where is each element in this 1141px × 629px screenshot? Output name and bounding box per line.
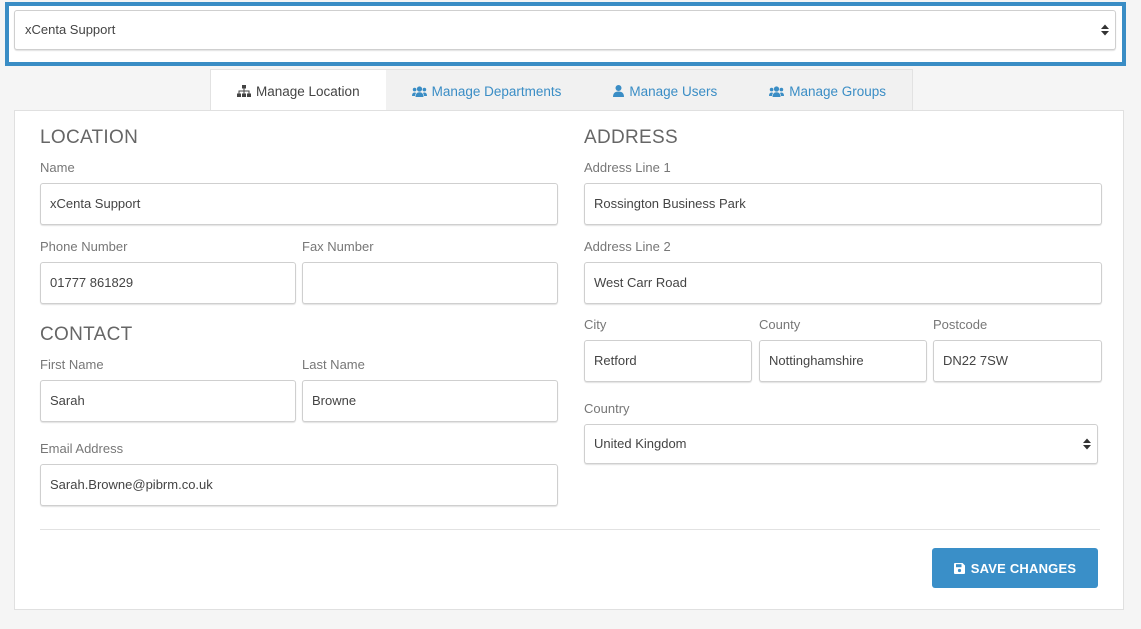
county-label: County — [759, 317, 801, 332]
location-selector-frame: xCenta Support — [5, 2, 1126, 66]
user-icon — [613, 85, 625, 97]
name-label: Name — [40, 160, 75, 175]
form-divider — [40, 529, 1100, 530]
phone-label: Phone Number — [40, 239, 128, 254]
postcode-field[interactable]: DN22 7SW — [933, 340, 1102, 382]
address-line2-label: Address Line 2 — [584, 239, 671, 254]
tab-manage-departments[interactable]: Manage Departments — [386, 70, 588, 112]
address-line1-label: Address Line 1 — [584, 160, 671, 175]
fax-field[interactable] — [302, 262, 558, 304]
users-icon — [411, 85, 427, 97]
sort-caret-icon — [1083, 438, 1091, 450]
sitemap-icon — [237, 85, 251, 97]
county-field[interactable]: Nottinghamshire — [759, 340, 927, 382]
first-name-label: First Name — [40, 357, 104, 372]
sort-caret-icon — [1101, 24, 1109, 36]
country-label: Country — [584, 401, 630, 416]
location-heading: LOCATION — [40, 127, 139, 148]
contact-heading: CONTACT — [40, 324, 133, 345]
last-name-label: Last Name — [302, 357, 365, 372]
city-field[interactable]: Retford — [584, 340, 752, 382]
fax-label: Fax Number — [302, 239, 374, 254]
tab-bar: Manage Location Manage Departments Manag… — [210, 69, 914, 112]
address-line1-field[interactable]: Rossington Business Park — [584, 183, 1102, 225]
save-changes-button[interactable]: SAVE CHANGES — [932, 548, 1098, 588]
tab-label: Manage Location — [256, 83, 360, 99]
country-select[interactable]: United Kingdom — [584, 424, 1098, 464]
tab-label: Manage Groups — [789, 83, 887, 99]
floppy-disk-icon — [953, 562, 965, 574]
location-select-value: xCenta Support — [25, 22, 116, 37]
first-name-field[interactable]: Sarah — [40, 380, 296, 422]
tab-label: Manage Users — [629, 83, 718, 99]
location-select[interactable]: xCenta Support — [14, 10, 1116, 50]
address-line2-field[interactable]: West Carr Road — [584, 262, 1102, 304]
users-icon — [769, 85, 785, 97]
tab-manage-users[interactable]: Manage Users — [587, 70, 743, 112]
manage-location-panel: LOCATION Name xCenta Support Phone Numbe… — [14, 110, 1124, 610]
email-label: Email Address — [40, 441, 124, 456]
email-field[interactable]: Sarah.Browne@pibrm.co.uk — [40, 464, 558, 506]
save-changes-label: SAVE CHANGES — [970, 560, 1077, 576]
country-select-value: United Kingdom — [594, 436, 687, 451]
phone-field[interactable]: 01777 861829 — [40, 262, 296, 304]
tab-manage-groups[interactable]: Manage Groups — [743, 70, 912, 112]
tab-manage-location[interactable]: Manage Location — [211, 70, 386, 112]
postcode-label: Postcode — [933, 317, 988, 332]
last-name-field[interactable]: Browne — [302, 380, 558, 422]
address-heading: ADDRESS — [584, 127, 678, 148]
name-field[interactable]: xCenta Support — [40, 183, 558, 225]
city-label: City — [584, 317, 607, 332]
tab-label: Manage Departments — [431, 83, 562, 99]
